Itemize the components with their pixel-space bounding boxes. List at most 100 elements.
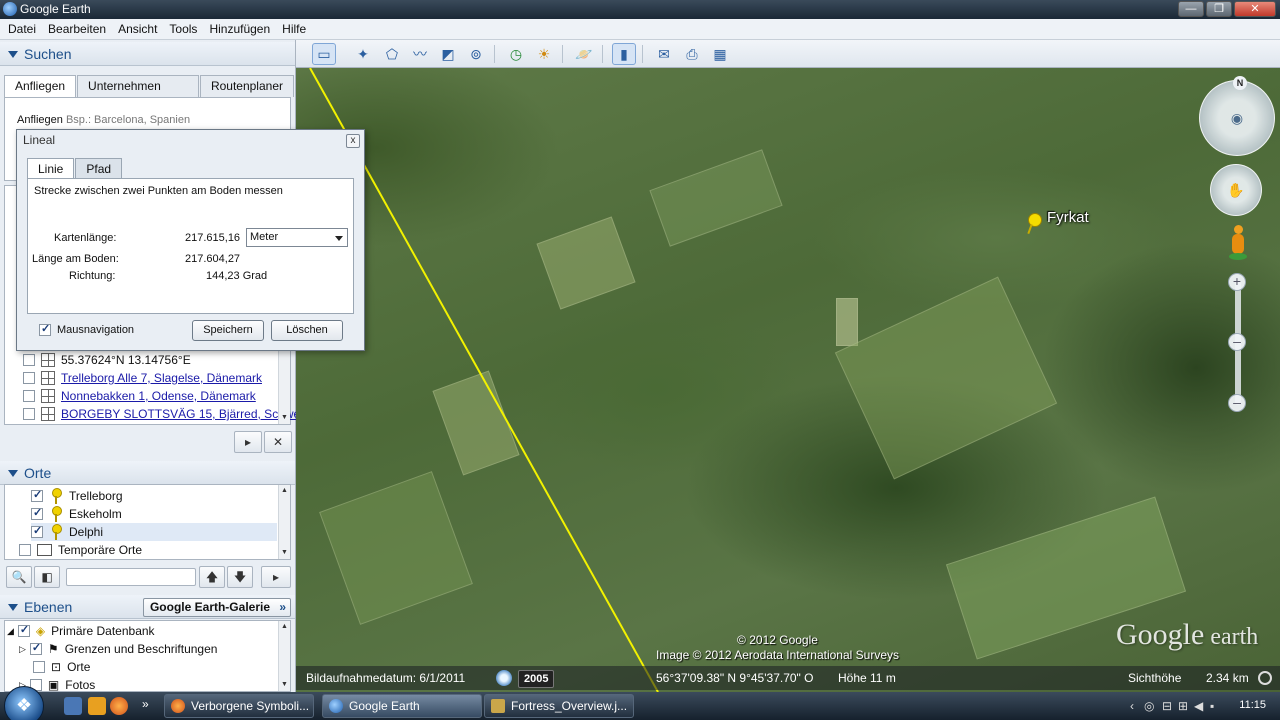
scroll-up-icon[interactable]: ▲ — [279, 621, 290, 633]
zoom-in-icon[interactable]: + — [1228, 273, 1246, 291]
media-player-icon[interactable] — [88, 697, 106, 715]
checkbox[interactable] — [17, 623, 30, 637]
checkbox[interactable] — [39, 322, 51, 336]
checkbox[interactable] — [23, 354, 35, 366]
checkbox[interactable] — [31, 488, 43, 502]
result-link[interactable]: BORGEBY SLOTTSVÄG 15, Bjärred, Schwe — [61, 407, 300, 421]
panel-toggle-button[interactable]: ◧ — [34, 566, 60, 588]
scroll-up-icon[interactable]: ▲ — [279, 485, 290, 497]
move-down-button[interactable]: 🡇 — [227, 566, 253, 588]
places-filter-input[interactable] — [66, 568, 196, 586]
add-placemark-icon[interactable]: ✦ — [351, 43, 375, 65]
print-icon[interactable]: ⎙ — [680, 43, 704, 65]
scroll-down-icon[interactable]: ▼ — [279, 547, 290, 559]
task-google-earth[interactable]: Google Earth — [322, 694, 482, 718]
north-indicator[interactable]: N — [1233, 76, 1247, 90]
list-item[interactable]: Trelleborg — [31, 487, 123, 505]
places-section-header[interactable]: Orte — [0, 461, 295, 485]
map-view[interactable]: Fyrkat ◉ N ✋ + – – © 2012 Google Image ©… — [296, 68, 1280, 692]
checkbox[interactable] — [19, 544, 31, 556]
list-item[interactable]: Nonnebakken 1, Odense, Dänemark — [23, 387, 256, 405]
firefox-icon[interactable] — [110, 697, 128, 715]
quicklaunch-overflow-icon[interactable]: » — [142, 697, 149, 711]
result-link[interactable]: Trelleborg Alle 7, Slagelse, Dänemark — [61, 371, 262, 385]
menu-bearbeiten[interactable]: Bearbeiten — [42, 22, 112, 36]
add-polygon-icon[interactable]: ⬠ — [380, 43, 404, 65]
imagery-year-badge[interactable]: 2005 — [518, 670, 555, 688]
scroll-down-icon[interactable]: ▼ — [279, 679, 290, 691]
show-desktop-icon[interactable] — [64, 697, 82, 715]
start-button[interactable] — [4, 686, 44, 720]
tray-app-icon[interactable]: ▪ — [1210, 699, 1214, 713]
zoom-thumb[interactable]: – — [1228, 333, 1246, 351]
expand-results-button[interactable]: ▸ — [234, 431, 262, 453]
fyrkat-pin-icon[interactable] — [1026, 211, 1042, 235]
tray-app-icon[interactable]: ⊟ — [1162, 699, 1172, 713]
volume-icon[interactable]: ◀ — [1194, 699, 1203, 713]
unit-select[interactable]: Meter — [246, 228, 348, 247]
ruler-icon[interactable]: ▮ — [612, 43, 636, 65]
list-item[interactable]: 55.37624°N 13.14756°E — [23, 351, 191, 369]
move-up-button[interactable]: 🡅 — [199, 566, 225, 588]
close-button[interactable]: ✕ — [1234, 1, 1276, 17]
tab-routenplaner[interactable]: Routenplaner — [199, 75, 294, 97]
network-icon[interactable]: ⊞ — [1178, 699, 1188, 713]
list-item[interactable]: Eskeholm — [31, 505, 122, 523]
task-firefox[interactable]: Verborgene Symboli... — [164, 694, 314, 718]
task-fortress-image[interactable]: Fortress_Overview.j... — [484, 694, 634, 718]
email-icon[interactable]: ✉ — [652, 43, 676, 65]
mouse-navigation-toggle[interactable]: Mausnavigation — [39, 322, 134, 336]
add-overlay-icon[interactable]: ◩ — [436, 43, 460, 65]
list-item[interactable]: Temporäre Orte — [19, 541, 142, 559]
zoom-out-icon[interactable]: – — [1228, 394, 1246, 412]
earth-gallery-button[interactable]: Google Earth-Galerie » — [142, 598, 291, 617]
checkbox[interactable] — [31, 524, 43, 538]
checkbox[interactable] — [23, 390, 35, 402]
list-item[interactable]: ▷ ⚑ Grenzen und Beschriftungen — [19, 640, 217, 658]
list-item[interactable]: BORGEBY SLOTTSVÄG 15, Bjärred, Schwe — [23, 405, 300, 423]
sidebar-toggle-icon[interactable]: ▭ — [312, 43, 336, 65]
historical-clock-icon[interactable] — [496, 670, 512, 686]
checkbox[interactable] — [29, 641, 42, 655]
checkbox[interactable] — [23, 372, 35, 384]
search-places-button[interactable]: 🔍 — [6, 566, 32, 588]
menu-hinzufuegen[interactable]: Hinzufügen — [203, 22, 276, 36]
delete-button[interactable]: Löschen — [271, 320, 343, 341]
move-control[interactable]: ✋ — [1210, 164, 1262, 216]
list-item[interactable]: Delphi — [31, 523, 277, 541]
tab-linie[interactable]: Linie — [27, 158, 75, 180]
tab-pfad[interactable]: Pfad — [75, 158, 123, 179]
historical-imagery-icon[interactable]: ◷ — [504, 43, 528, 65]
layers-section-header[interactable]: Ebenen Google Earth-Galerie » — [0, 595, 295, 619]
add-path-icon[interactable]: 〰 — [408, 43, 432, 65]
minimize-button[interactable]: — — [1178, 1, 1204, 17]
expand-places-button[interactable]: ▸ — [261, 566, 291, 588]
collapse-triangle-icon[interactable]: ◢ — [7, 626, 14, 637]
tray-chevron-icon[interactable]: ‹ — [1130, 699, 1134, 713]
tab-anfliegen[interactable]: Anfliegen — [4, 75, 77, 98]
look-control[interactable]: ◉ — [1199, 80, 1275, 156]
result-link[interactable]: Nonnebakken 1, Odense, Dänemark — [61, 389, 256, 403]
dialog-close-button[interactable]: x — [346, 134, 360, 148]
tab-unternehmen-suchen[interactable]: Unternehmen suchen — [77, 75, 199, 114]
checkbox[interactable] — [23, 408, 35, 420]
list-item[interactable]: Trelleborg Alle 7, Slagelse, Dänemark — [23, 369, 262, 387]
menu-hilfe[interactable]: Hilfe — [276, 22, 312, 36]
street-view-pegman-icon[interactable] — [1229, 225, 1247, 261]
checkbox[interactable] — [31, 506, 43, 520]
clear-results-button[interactable]: ✕ — [264, 431, 292, 453]
record-tour-icon[interactable]: ⊚ — [464, 43, 488, 65]
menu-tools[interactable]: Tools — [163, 22, 203, 36]
search-section-header[interactable]: Suchen — [0, 42, 295, 66]
tray-app-icon[interactable]: ◎ — [1144, 699, 1154, 713]
list-item[interactable]: ◢ ◈ Primäre Datenbank — [7, 622, 155, 640]
switch-planet-icon[interactable]: 🪐 — [572, 43, 596, 65]
places-scrollbar[interactable]: ▲ ▼ — [278, 485, 290, 559]
save-button[interactable]: Speichern — [192, 320, 264, 341]
checkbox[interactable] — [33, 661, 45, 673]
list-item[interactable]: ⊡ Orte — [33, 658, 90, 676]
expand-triangle-icon[interactable]: ▷ — [19, 644, 26, 655]
menu-datei[interactable]: Datei — [2, 22, 42, 36]
scroll-down-icon[interactable]: ▼ — [279, 412, 290, 424]
sunlight-icon[interactable]: ☀ — [532, 43, 556, 65]
